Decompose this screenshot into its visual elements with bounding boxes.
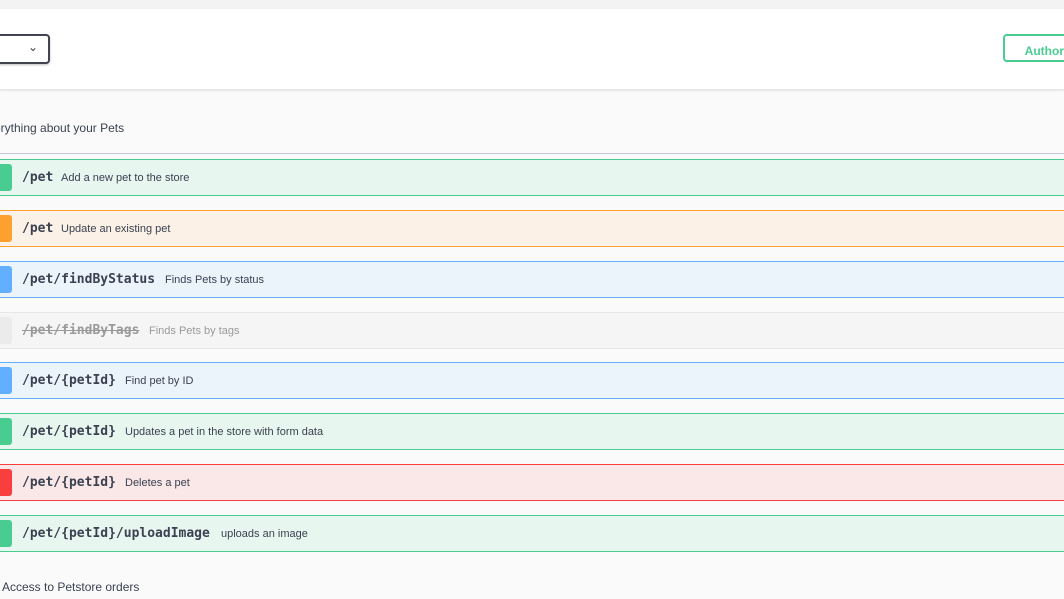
operation-path: /pet/{petId} xyxy=(22,373,116,388)
operation-summary: Add a new pet to the store xyxy=(61,172,190,184)
scheme-header: ⌄ Authoriz xyxy=(0,9,1064,90)
method-badge xyxy=(0,418,12,445)
operation-path: /pet xyxy=(22,221,54,236)
operation-path: /pet/findByStatus xyxy=(22,272,156,287)
operation-summary: Find pet by ID xyxy=(125,375,194,387)
operation-summary: uploads an image xyxy=(221,528,308,540)
operation-path: /pet/findByTags xyxy=(22,323,140,338)
operation-summary: Deletes a pet xyxy=(125,477,190,489)
operation-post-pet[interactable]: /pet Add a new pet to the store xyxy=(0,159,1064,196)
operation-summary: Finds Pets by status xyxy=(165,274,265,286)
operation-get-find-by-tags[interactable]: /pet/findByTags Finds Pets by tags xyxy=(0,312,1064,349)
operation-summary: Updates a pet in the store with form dat… xyxy=(125,426,324,438)
store-tag-description: Access to Petstore orders xyxy=(2,580,140,594)
method-badge xyxy=(0,215,12,242)
operation-put-pet[interactable]: /pet Update an existing pet xyxy=(0,210,1064,247)
operation-delete-pet[interactable]: /pet/{petId} Deletes a pet xyxy=(0,464,1064,501)
method-badge xyxy=(0,164,12,191)
operation-get-find-by-status[interactable]: /pet/findByStatus Finds Pets by status xyxy=(0,261,1064,298)
chevron-down-icon: ⌄ xyxy=(27,40,38,54)
operation-path: /pet/{petId} xyxy=(22,475,116,490)
swagger-page: ⌄ Authoriz erything about your Pets /pet… xyxy=(0,0,1064,599)
tag-description: erything about your Pets xyxy=(0,121,125,135)
method-badge xyxy=(0,266,12,293)
method-badge xyxy=(0,367,12,394)
operation-path: /pet/{petId}/uploadImage xyxy=(22,526,210,541)
top-strip xyxy=(0,0,1064,9)
method-badge xyxy=(0,469,12,496)
authorize-button[interactable]: Authoriz xyxy=(1003,34,1064,62)
operation-path: /pet xyxy=(22,170,54,185)
operation-summary: Finds Pets by tags xyxy=(149,325,240,337)
operation-post-upload-image[interactable]: /pet/{petId}/uploadImage uploads an imag… xyxy=(0,515,1064,552)
scheme-select[interactable]: ⌄ xyxy=(0,34,50,64)
operation-summary: Update an existing pet xyxy=(61,223,171,235)
operation-post-pet-by-id[interactable]: /pet/{petId} Updates a pet in the store … xyxy=(0,413,1064,450)
method-badge xyxy=(0,317,12,344)
operation-get-pet-by-id[interactable]: /pet/{petId} Find pet by ID xyxy=(0,362,1064,399)
tag-divider xyxy=(0,153,1064,154)
method-badge xyxy=(0,520,12,547)
operation-path: /pet/{petId} xyxy=(22,424,116,439)
